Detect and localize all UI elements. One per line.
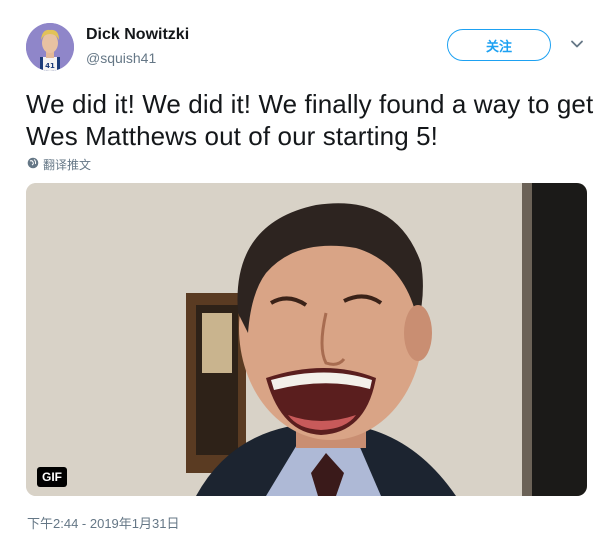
translate-label: 翻译推文 — [43, 158, 92, 172]
globe-icon — [27, 157, 39, 172]
svg-text:41: 41 — [45, 62, 55, 70]
author-handle[interactable]: @squish41 — [86, 50, 156, 66]
translate-tweet-link[interactable]: 翻译推文 — [27, 156, 91, 173]
tweet-media-gif[interactable]: GIF — [26, 183, 587, 496]
chevron-down-icon[interactable] — [570, 37, 584, 51]
tweet-timestamp[interactable]: 下午2:44 - 2019年1月31日 — [27, 513, 179, 532]
gif-image — [26, 183, 587, 496]
gif-badge: GIF — [37, 467, 67, 487]
tweet-text: We did it! We did it! We finally found a… — [26, 89, 594, 151]
avatar-image: 41 — [26, 23, 74, 71]
author-name[interactable]: Dick Nowitzki — [86, 26, 189, 44]
avatar[interactable]: 41 — [26, 23, 74, 71]
follow-button[interactable]: 关注 — [447, 29, 551, 61]
